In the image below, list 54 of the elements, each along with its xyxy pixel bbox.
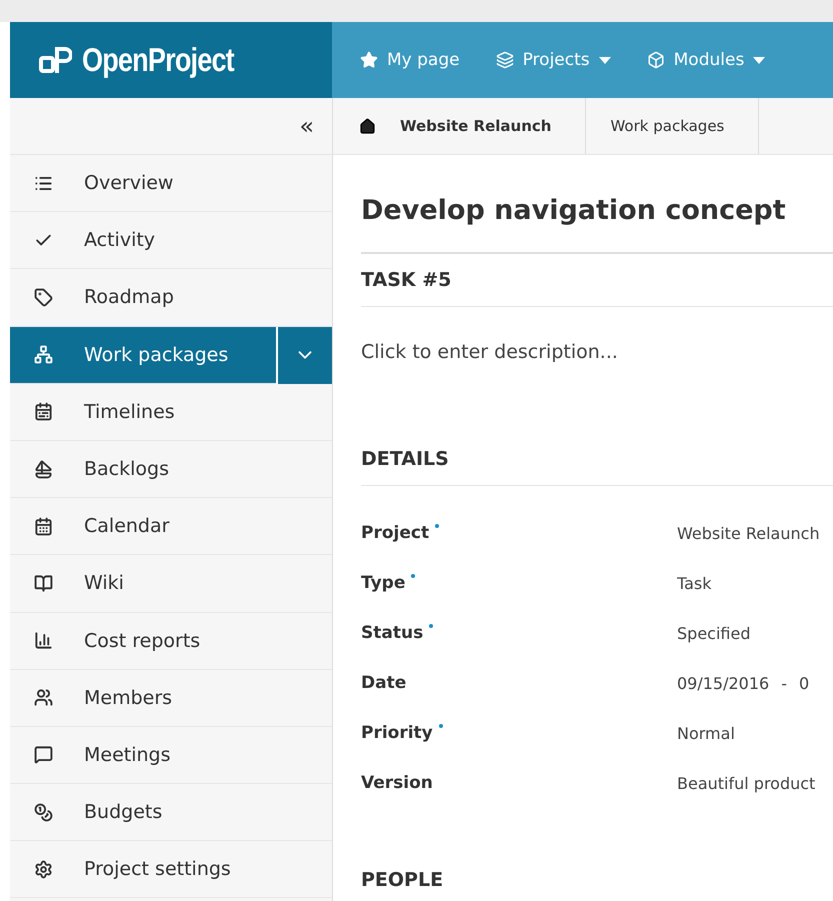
sidebar-item[interactable]: Project settings <box>10 841 332 898</box>
field-label: Status <box>361 623 424 643</box>
sidebar-item[interactable]: Calendar <box>10 498 332 556</box>
sidebar-item[interactable]: Backlogs <box>10 440 332 498</box>
breadcrumb-link[interactable]: Website Relaunch <box>376 98 586 154</box>
field-value[interactable]: Task <box>677 558 833 608</box>
people-icon <box>34 688 53 708</box>
field-label: Type <box>361 573 406 593</box>
caret-icon <box>753 56 766 64</box>
field-value[interactable]: 09/15/2016 <box>677 674 770 692</box>
description-placeholder[interactable]: Click to enter description... <box>361 341 833 363</box>
layers-icon <box>496 51 514 69</box>
chart-icon <box>34 631 53 650</box>
field-value[interactable]: Beautiful product <box>677 758 833 808</box>
collapse-button[interactable]: « <box>10 98 332 155</box>
calendar-icon <box>34 516 53 536</box>
date-separator: - <box>781 674 787 692</box>
section-title: DETAILS <box>361 448 449 470</box>
field-label: Version <box>361 773 433 793</box>
sidebar-item[interactable]: Members <box>10 670 332 727</box>
field-value[interactable]: Specified <box>677 608 833 658</box>
breadcrumb-link[interactable]: Work packages <box>586 98 760 154</box>
expand-button[interactable] <box>276 326 332 384</box>
sidebar-item[interactable]: Budgets <box>10 784 332 842</box>
logo-icon <box>38 45 72 75</box>
field-value[interactable]: 0 <box>799 674 810 692</box>
speech-bubble-icon <box>34 745 53 764</box>
coins-icon <box>34 802 53 822</box>
sidebar-item[interactable]: Meetings <box>10 726 332 784</box>
sidebar-item[interactable]: Cost reports <box>10 612 332 670</box>
section-title: PEOPLE <box>361 869 444 891</box>
sidebar-item[interactable]: Work packages <box>10 326 276 384</box>
timeline-icon <box>34 402 53 422</box>
sitemap-icon <box>34 345 53 364</box>
field-value[interactable]: Website Relaunch <box>677 508 833 558</box>
field-value[interactable]: Normal <box>677 708 833 758</box>
tag-icon <box>34 288 53 307</box>
sidebar-item[interactable]: Timelines <box>10 384 332 441</box>
field-label: Priority <box>361 723 433 743</box>
page-title: Develop navigation concept <box>361 195 787 226</box>
star-icon <box>360 51 378 69</box>
gears-icon <box>34 860 53 879</box>
field-label: Project <box>361 523 430 543</box>
field-label: Date <box>361 673 406 693</box>
boat-icon <box>34 460 53 479</box>
home-icon[interactable] <box>359 118 376 134</box>
cube-icon <box>646 51 665 69</box>
caret-icon <box>598 56 611 64</box>
sidebar-item[interactable]: Overview <box>10 155 332 212</box>
sidebar-item[interactable]: Activity <box>10 212 332 270</box>
book-icon <box>34 574 53 593</box>
section-title: TASK #5 <box>361 269 452 291</box>
logo-text: OpenProject <box>82 41 234 79</box>
sidebar-item[interactable]: Wiki <box>10 555 332 612</box>
